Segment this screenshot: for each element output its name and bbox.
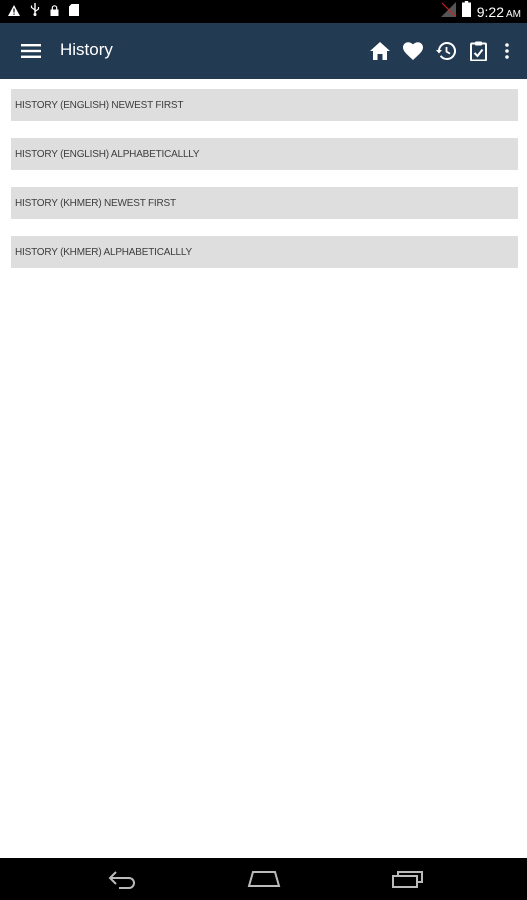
home-icon bbox=[369, 42, 390, 60]
more-vert-icon bbox=[505, 43, 509, 59]
home-nav-icon bbox=[247, 871, 281, 887]
toolbar-actions bbox=[367, 37, 515, 65]
menu-button[interactable] bbox=[14, 35, 48, 67]
history-english-newest-button[interactable]: HISTORY (ENGLISH) NEWEST FIRST bbox=[11, 89, 518, 121]
warning-icon bbox=[8, 3, 20, 21]
clipboard-button[interactable] bbox=[466, 37, 491, 65]
back-button[interactable] bbox=[102, 866, 142, 892]
status-time: 9:22 AM bbox=[477, 4, 521, 20]
clipboard-icon bbox=[470, 41, 487, 61]
app-bar: History bbox=[0, 23, 527, 79]
history-item-label: HISTORY (ENGLISH) ALPHABETICALLLY bbox=[15, 148, 200, 160]
history-icon bbox=[435, 42, 456, 60]
history-item-label: HISTORY (KHMER) NEWEST FIRST bbox=[15, 197, 176, 209]
history-item-label: HISTORY (KHMER) ALPHABETICALLLY bbox=[15, 246, 193, 258]
overflow-menu-button[interactable] bbox=[499, 37, 515, 65]
favorites-button[interactable] bbox=[400, 37, 425, 65]
back-icon bbox=[108, 871, 135, 889]
history-button[interactable] bbox=[433, 37, 458, 65]
navigation-bar bbox=[0, 858, 527, 900]
sd-card-icon bbox=[69, 3, 79, 21]
home-nav-button[interactable] bbox=[244, 866, 284, 892]
status-notifications bbox=[8, 2, 79, 21]
history-item-label: HISTORY (ENGLISH) NEWEST FIRST bbox=[15, 99, 184, 111]
heart-icon bbox=[402, 42, 423, 60]
battery-icon bbox=[461, 1, 471, 22]
lock-icon bbox=[50, 3, 59, 21]
history-options-list: HISTORY (ENGLISH) NEWEST FIRST HISTORY (… bbox=[11, 89, 518, 285]
status-bar: 9:22 AM bbox=[0, 0, 527, 23]
history-khmer-alphabetical-button[interactable]: HISTORY (KHMER) ALPHABETICALLLY bbox=[11, 236, 518, 268]
clock-time: 9:22 bbox=[476, 3, 504, 20]
status-system: 9:22 AM bbox=[440, 1, 521, 22]
no-signal-icon bbox=[440, 1, 456, 22]
clock-ampm: AM bbox=[506, 8, 521, 20]
usb-icon bbox=[30, 2, 40, 21]
recents-button[interactable] bbox=[388, 866, 428, 892]
page-title: History bbox=[60, 40, 113, 59]
home-button[interactable] bbox=[367, 37, 392, 65]
recents-icon bbox=[392, 871, 423, 888]
hamburger-icon bbox=[21, 44, 41, 58]
history-english-alphabetical-button[interactable]: HISTORY (ENGLISH) ALPHABETICALLLY bbox=[11, 138, 518, 170]
history-khmer-newest-button[interactable]: HISTORY (KHMER) NEWEST FIRST bbox=[11, 187, 518, 219]
